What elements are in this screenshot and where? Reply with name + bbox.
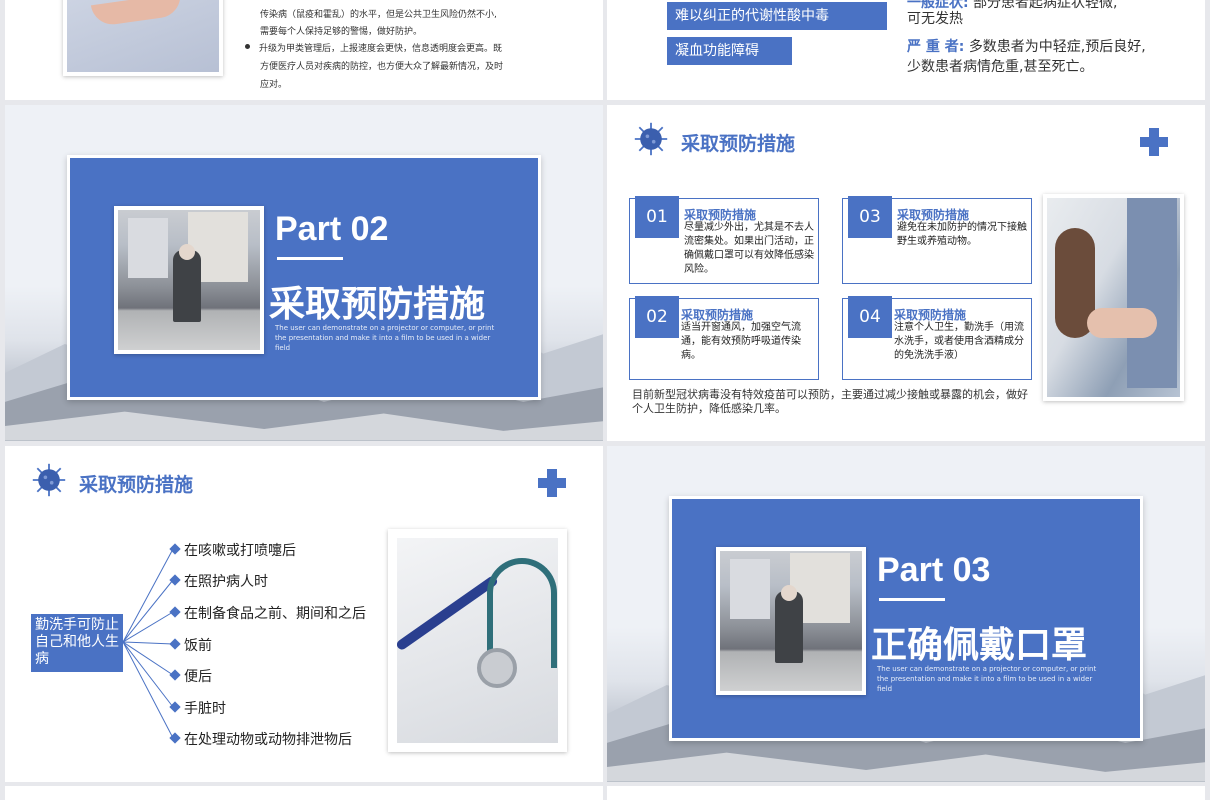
care-photo (1043, 194, 1184, 401)
card-body: 注意个人卫生，勤洗手（用流水洗手，或者使用含酒精成分的免洗洗手液） (894, 322, 1024, 361)
card-number: 04 (848, 296, 892, 338)
section-title: 采取预防措施 (681, 133, 796, 155)
list-item: 手脏时 (169, 698, 226, 718)
card-number: 03 (848, 196, 892, 238)
list-item: 便后 (169, 666, 212, 686)
virus-icon (634, 122, 668, 156)
slide-thumbnail-6[interactable]: Part 03 正确佩戴口罩 The user can demonstrate … (607, 446, 1205, 782)
slide-thumbnail-7[interactable] (5, 786, 603, 800)
slide-thumbnail-3[interactable]: Part 02 采取预防措施 The user can demonstrate … (5, 105, 603, 441)
list-item: 饭前 (169, 635, 212, 655)
part-description: The user can demonstrate on a projector … (275, 324, 495, 352)
slide-thumbnail-4[interactable]: 采取预防措施 01 采取预防措施 尽量减少外出，尤其是不去人流密集处。如果出门活… (607, 105, 1205, 441)
slide-thumbnail-5[interactable]: 采取预防措施 勤洗手可防止自己和他人生病 在咳嗽或打喷嚏后 在照护病人时 在制备… (5, 446, 603, 782)
slide-thumbnail-8[interactable] (607, 786, 1205, 800)
list-item: 在照护病人时 (169, 571, 268, 591)
part-label: Part 03 (877, 551, 991, 589)
paragraph-line: 应对。 (260, 80, 288, 90)
paragraph-line: 需要每个人保持足够的警惕，做好防护。 (260, 27, 423, 37)
list-item: 在处理动物或动物排泄物后 (169, 729, 352, 749)
symptom-pill-1: 难以纠正的代谢性酸中毒 (667, 2, 887, 30)
part-description: The user can demonstrate on a projector … (877, 665, 1097, 693)
slide-thumbnail-1[interactable]: 传染病（鼠疫和霍乱）的水平，但是公共卫生风险仍然不小, 需要每个人保持足够的警惕… (5, 0, 603, 100)
card-number: 01 (635, 196, 679, 238)
symptom-pill-2: 凝血功能障碍 (667, 37, 792, 65)
street-photo (114, 206, 264, 354)
part-label: Part 02 (275, 210, 389, 248)
bullet-line: 升级为甲类管理后，上报速度会更快，信息透明度会更高。既 (259, 44, 503, 54)
part-underline (879, 598, 945, 601)
card-body: 适当开窗通风，加强空气流通，能有效预防呼吸道传染病。 (681, 322, 801, 361)
plus-icon (1140, 128, 1168, 156)
part-title: 采取预防措施 (269, 284, 486, 325)
list-item: 在制备食品之前、期间和之后 (169, 603, 366, 623)
footer-note: 目前新型冠状病毒没有特效疫苗可以预防，主要通过减少接触或暴露的机会，做好个人卫生… (632, 388, 1028, 415)
card-body: 避免在未加防护的情况下接触野生或养殖动物。 (897, 222, 1027, 247)
list-item: 在咳嗽或打喷嚏后 (169, 540, 296, 560)
severe-symptom: 严 重 者: 多数患者为中轻症,预后良好, (907, 39, 1146, 55)
street-photo (716, 547, 866, 695)
paragraph-line: 传染病（鼠疫和霍乱）的水平，但是公共卫生风险仍然不小, (260, 10, 497, 20)
card-body: 尽量减少外出，尤其是不去人流密集处。如果出门活动，正确佩戴口罩可以有效降低感染风… (684, 222, 814, 275)
card-number: 02 (635, 296, 679, 338)
hand-photo (63, 0, 223, 76)
stethoscope-photo (388, 529, 567, 752)
bullet-dot (245, 44, 250, 49)
general-symptom-text: 可无发热 (907, 11, 963, 27)
paragraph-line: 方便医疗人员对疾病的防控，也方便大众了解最新情况，及时 (260, 62, 504, 72)
part-underline (277, 257, 343, 260)
slide-thumbnail-2[interactable]: 难以纠正的代谢性酸中毒 凝血功能障碍 一般症状: 部分患者起病症状轻微, 可无发… (607, 0, 1205, 100)
part-title: 正确佩戴口罩 (871, 625, 1088, 666)
severe-symptom-text: 少数患者病情危重,甚至死亡。 (907, 59, 1094, 75)
